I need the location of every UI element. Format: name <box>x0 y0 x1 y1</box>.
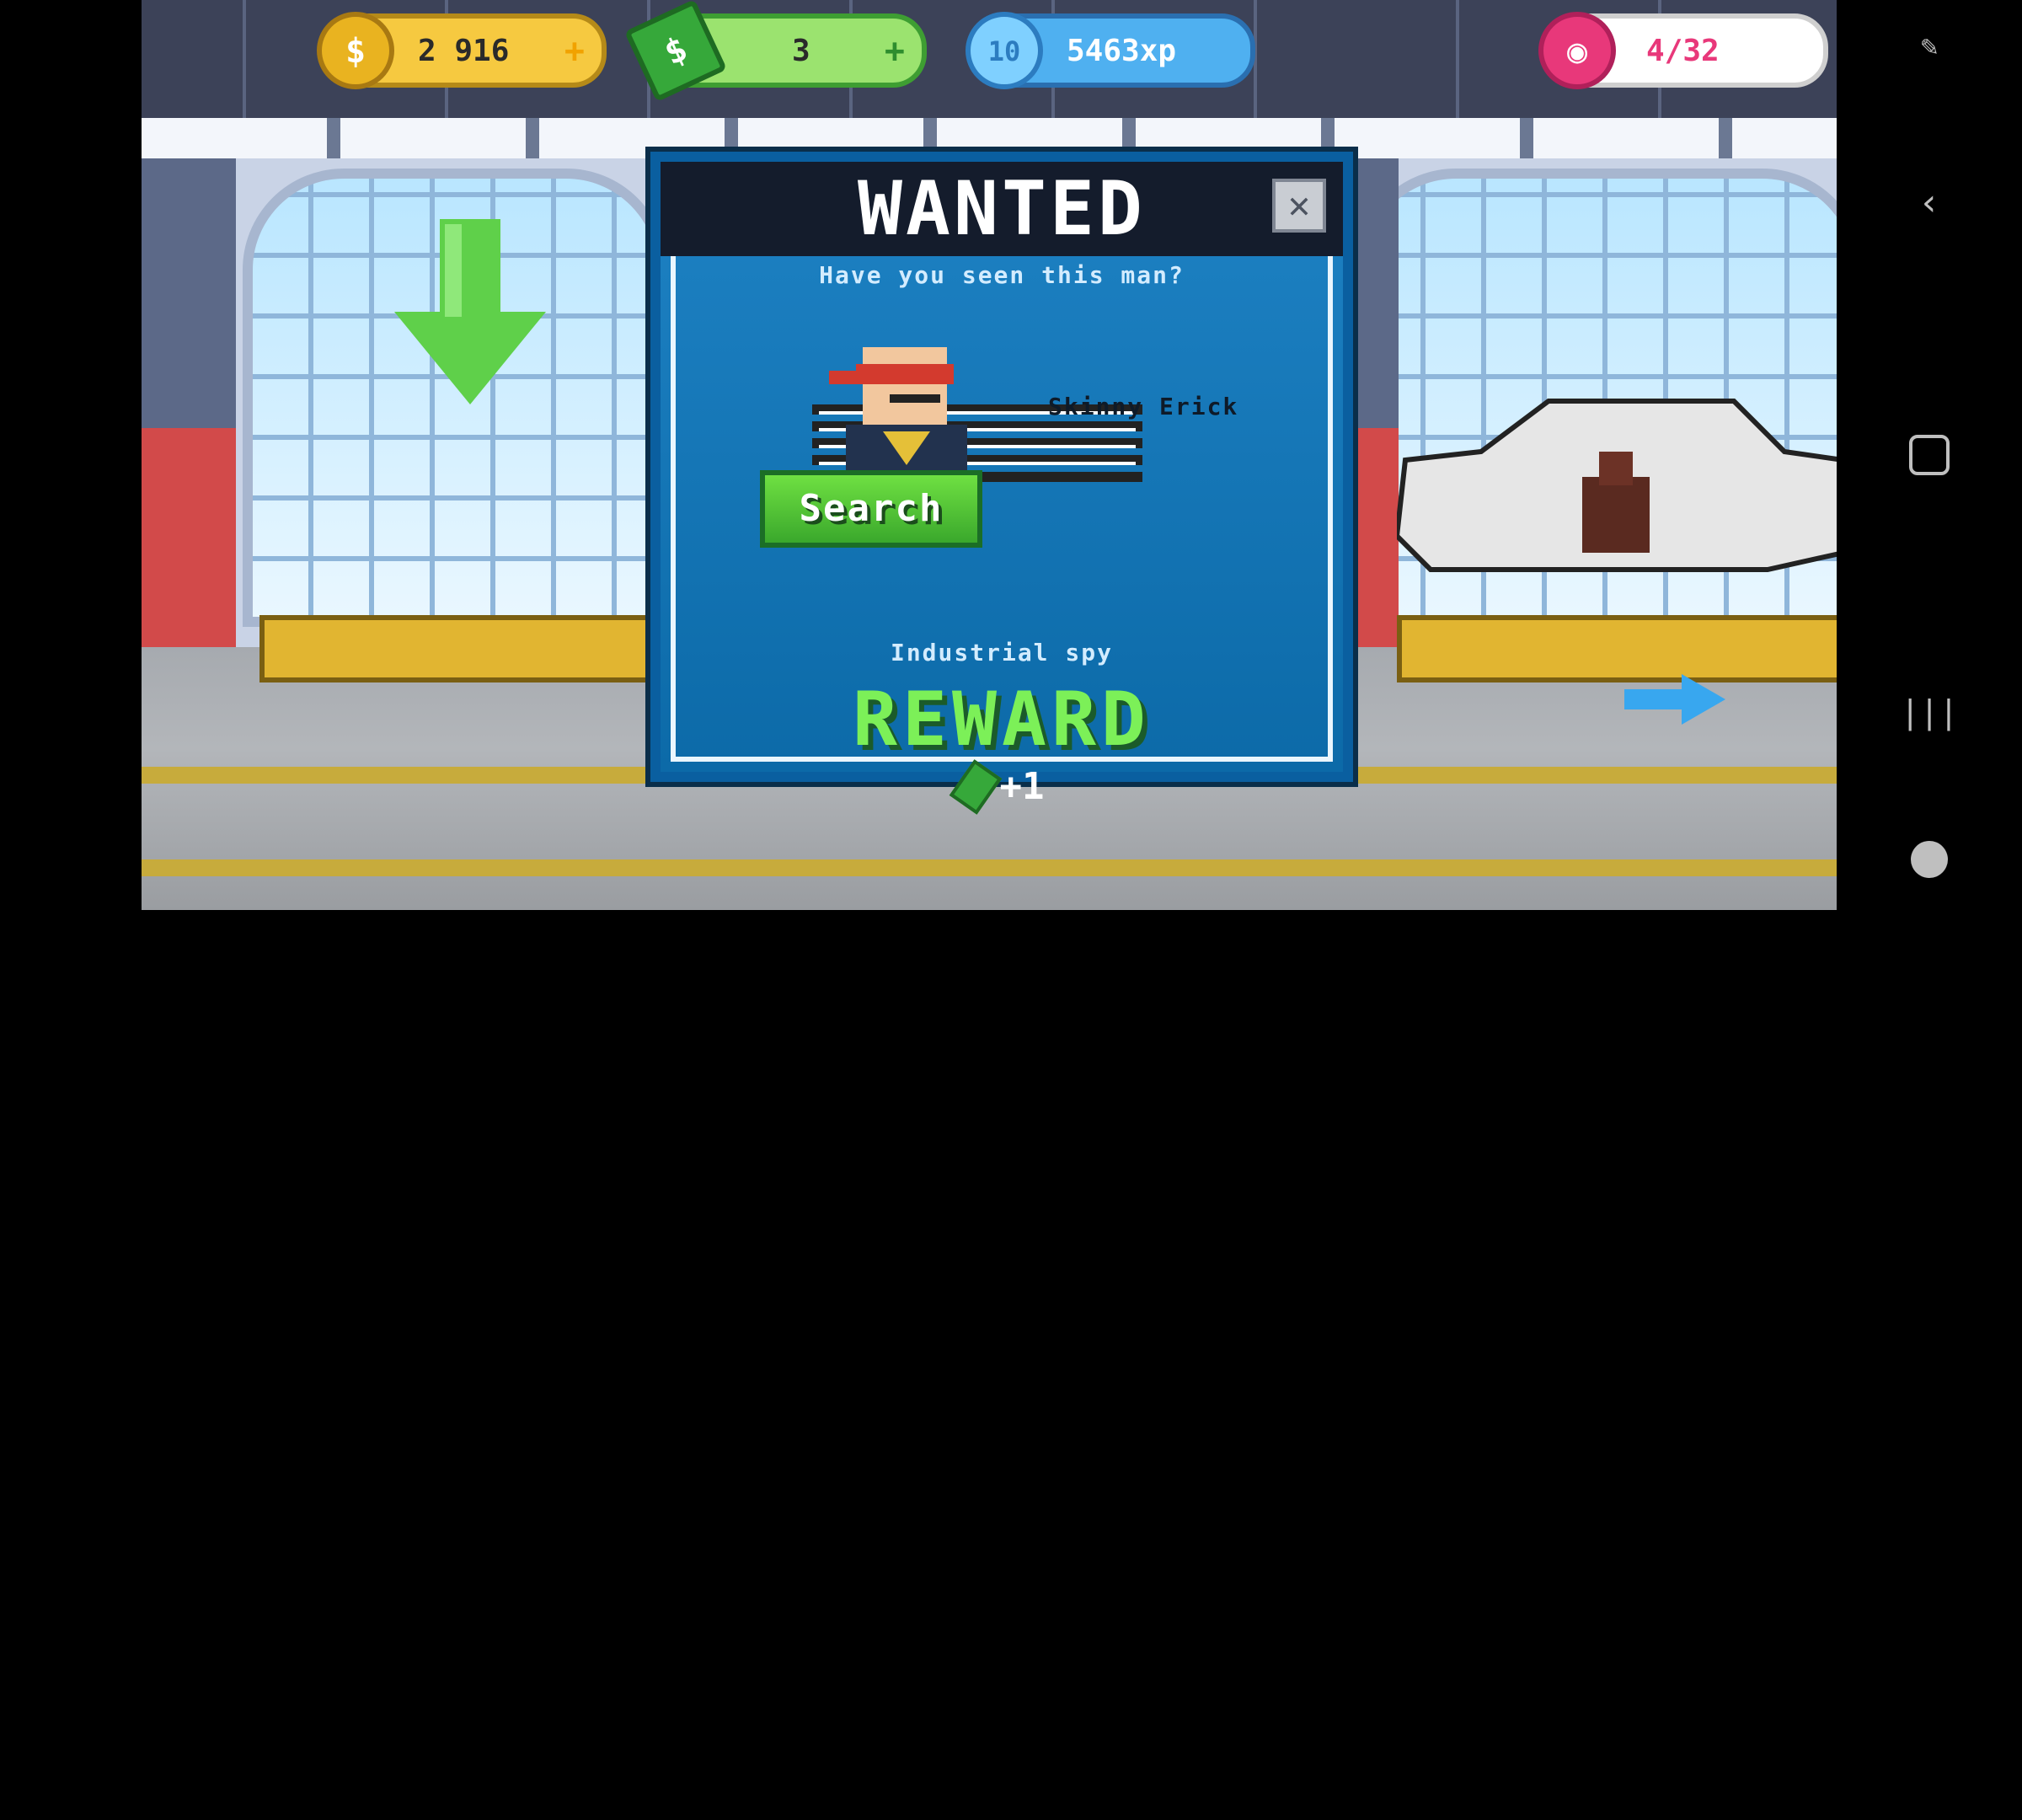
conveyor-right <box>1397 615 1843 682</box>
level-value: 10 <box>987 35 1021 67</box>
wanted-dialog: WANTED ✕ Have you seen this man? Skinny … <box>650 152 1353 815</box>
coin-icon: $ <box>317 12 394 89</box>
donut-icon: ◉ <box>1538 12 1616 89</box>
close-icon: ✕ <box>1287 185 1311 227</box>
donut-counter[interactable]: ◉ 4/32 <box>1538 12 1828 89</box>
home-icon[interactable] <box>1904 430 1955 480</box>
conveyor-left <box>259 615 674 682</box>
back-icon[interactable]: ‹ <box>1904 177 1955 228</box>
reward-value: +1 <box>999 766 1045 808</box>
game-viewport[interactable]: $ 2 916 + $ 3 + 10 5463xp ◉ 4/32 WANTED … <box>142 0 1843 1820</box>
add-cash-button[interactable]: + <box>885 30 905 71</box>
floor-stripe <box>142 859 1843 876</box>
suspect-role: Industrial spy <box>890 640 1113 667</box>
system-nav-bar: ✎ ‹ ||| <box>1837 0 2022 910</box>
pillar-left <box>142 158 236 647</box>
xp-counter[interactable]: 10 5463xp <box>966 12 1255 89</box>
dialog-title: WANTED <box>858 166 1146 252</box>
cash-value: 3 <box>792 33 810 68</box>
question-text: Have you seen this man? <box>819 263 1185 290</box>
search-button[interactable]: Search <box>760 470 982 548</box>
factory-scene: $ 2 916 + $ 3 + 10 5463xp ◉ 4/32 WANTED … <box>142 0 1843 910</box>
gamepad-icon[interactable] <box>1904 834 1955 885</box>
coins-value: 2 916 <box>418 33 510 68</box>
xp-value: 5463xp <box>1067 33 1177 68</box>
close-button[interactable]: ✕ <box>1272 179 1326 233</box>
recents-icon[interactable]: ||| <box>1901 687 1959 737</box>
add-coins-button[interactable]: + <box>564 30 585 71</box>
cash-reward-icon <box>949 759 1003 815</box>
right-arrow-icon[interactable] <box>1624 674 1725 725</box>
down-arrow-icon[interactable] <box>394 219 546 404</box>
reward-amount: +1 <box>661 759 1343 815</box>
level-star-icon: 10 <box>966 12 1043 89</box>
suspect-name: Skinny Erick <box>1048 394 1239 421</box>
coins-counter[interactable]: $ 2 916 + <box>317 12 607 89</box>
screenshot-icon[interactable]: ✎ <box>1904 21 1955 72</box>
cash-counter[interactable]: $ 3 + <box>623 0 927 103</box>
wanted-header: WANTED ✕ <box>661 162 1343 256</box>
car-frame <box>1397 399 1843 572</box>
reward-label: REWARD <box>853 677 1151 763</box>
donut-value: 4/32 <box>1646 33 1720 68</box>
